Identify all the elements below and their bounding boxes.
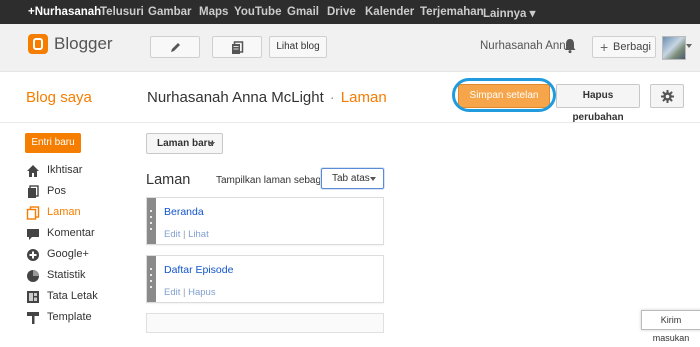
gbar-item-youtube[interactable]: YouTube [234, 6, 281, 18]
new-page-button[interactable]: Laman baru [146, 133, 223, 154]
sidebar-item-label: Laman [47, 206, 81, 218]
revert-changes-button[interactable]: Hapus perubahan [556, 84, 640, 123]
template-icon [27, 312, 39, 324]
sidebar-item-label: Google+ [47, 248, 89, 260]
layout-icon [27, 291, 39, 303]
sidebar-item-label: Template [47, 311, 92, 323]
sidebar-item-label: Ikhtisar [47, 164, 83, 176]
sidebar-item-template[interactable]: Template [26, 309, 136, 327]
page-row: Daftar Episode Edit | Hapus [146, 255, 384, 303]
home-icon [27, 165, 39, 177]
posts-icon [28, 185, 39, 198]
page-row: Beranda Edit | Lihat [146, 197, 384, 245]
sidebar-item-layout[interactable]: Tata Letak [26, 288, 136, 306]
edit-link[interactable]: Edit [164, 229, 180, 240]
plus-icon: + [600, 39, 609, 55]
share-label: Berbagi [613, 41, 651, 53]
section-title: Laman [146, 172, 191, 188]
google-plus-icon [27, 249, 39, 261]
chevron-down-icon [370, 177, 376, 181]
pencil-icon [171, 43, 180, 52]
send-feedback-button[interactable]: Kirim masukan [641, 310, 700, 343]
google-bar: +Nurhasanah Telusuri Gambar Maps YouTube… [0, 0, 700, 24]
page-actions: Edit | Lihat [164, 229, 209, 240]
new-post-button[interactable]: Entri baru [25, 133, 81, 153]
share-button[interactable]: + Berbagi [592, 36, 656, 58]
drag-handle[interactable] [147, 256, 156, 302]
sidebar-item-posts[interactable]: Pos [26, 183, 136, 201]
sidebar-item-label: Komentar [47, 227, 95, 239]
gear-icon [661, 90, 674, 103]
gbar-item-more[interactable]: Lainnya ▾ [483, 6, 535, 20]
posts-list-button[interactable] [212, 36, 262, 58]
breadcrumb: Nurhasanah Anna McLight · Laman [147, 89, 387, 106]
sidebar-item-label: Statistik [47, 269, 86, 281]
blogger-logo-text[interactable]: Blogger [54, 34, 113, 54]
page-title-link[interactable]: Daftar Episode [164, 264, 233, 276]
gbar-item-gmail[interactable]: Gmail [287, 6, 319, 18]
sidebar-item-label: Tata Letak [47, 290, 98, 302]
new-page-label: Laman baru [157, 138, 214, 149]
gbar-item-search[interactable]: Telusuri [100, 6, 144, 18]
sidebar-item-comments[interactable]: Komentar [26, 225, 136, 243]
view-blog-button[interactable]: Lihat blog [269, 36, 327, 58]
comment-icon [27, 229, 39, 240]
page-title: Laman [340, 89, 387, 106]
gbar-item-calendar[interactable]: Kalender [365, 6, 414, 18]
blogger-logo-icon[interactable] [28, 34, 48, 54]
view-link[interactable]: Lihat [188, 229, 209, 240]
chevron-down-icon [209, 142, 215, 146]
settings-button[interactable] [650, 84, 684, 108]
blogger-header: Blogger Lihat blog Nurhasanah Anna + Ber… [0, 24, 700, 72]
sidebar-item-google-plus[interactable]: Google+ [26, 246, 136, 264]
gbar-item-profile[interactable]: +Nurhasanah [28, 6, 101, 18]
action-separator: | [183, 229, 186, 240]
save-settings-button[interactable]: Simpan setelan [458, 84, 550, 108]
sidebar-item-overview[interactable]: Ikhtisar [26, 162, 136, 180]
new-post-pencil-button[interactable] [150, 36, 200, 58]
display-as-select[interactable]: Tab atas [321, 168, 384, 189]
gbar-item-drive[interactable]: Drive [327, 6, 356, 18]
display-as-label: Tampilkan laman sebagai [216, 175, 329, 186]
gbar-item-maps[interactable]: Maps [199, 6, 228, 18]
stats-icon [27, 270, 39, 282]
display-as-value: Tab atas [332, 173, 370, 184]
user-name[interactable]: Nurhasanah Anna [480, 40, 572, 52]
blog-name[interactable]: Nurhasanah Anna McLight [147, 89, 324, 106]
drag-handle[interactable] [147, 198, 156, 244]
edit-link[interactable]: Edit [164, 287, 180, 298]
gbar-item-images[interactable]: Gambar [148, 6, 191, 18]
page-actions: Edit | Hapus [164, 287, 216, 298]
my-blogs-link[interactable]: Blog saya [26, 89, 92, 106]
chevron-down-icon[interactable] [686, 44, 692, 48]
sidebar-item-label: Pos [47, 185, 66, 197]
breadcrumb-separator: · [329, 89, 335, 106]
sidebar-item-stats[interactable]: Statistik [26, 267, 136, 285]
pages-icon [26, 206, 40, 220]
avatar[interactable] [662, 36, 686, 60]
sidebar-item-pages[interactable]: Laman [26, 204, 136, 222]
page-title-link[interactable]: Beranda [164, 206, 204, 218]
gbar-item-translate[interactable]: Terjemahan [420, 6, 484, 18]
action-separator: | [183, 287, 186, 298]
documents-icon [232, 41, 244, 54]
notification-bell-icon[interactable] [563, 38, 577, 54]
page-row-placeholder [146, 313, 384, 333]
delete-link[interactable]: Hapus [188, 287, 215, 298]
